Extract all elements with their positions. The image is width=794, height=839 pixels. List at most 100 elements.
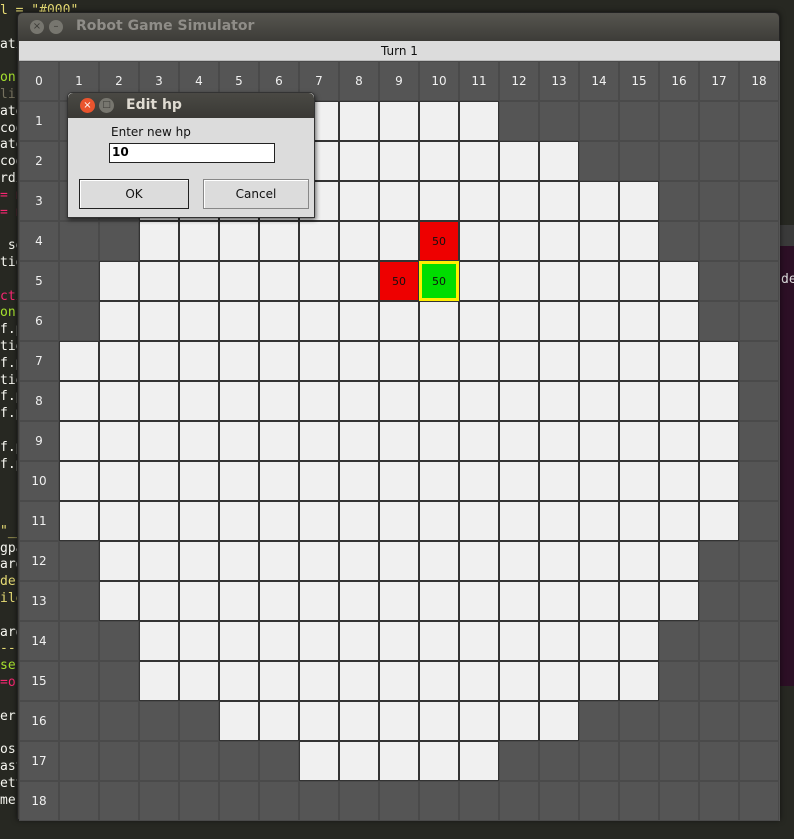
wall-cell[interactable] [179,701,219,741]
floor-cell[interactable] [379,301,419,341]
floor-cell[interactable] [579,261,619,301]
dialog-maximize-button[interactable]: □ [99,98,114,113]
floor-cell[interactable] [379,181,419,221]
floor-cell[interactable] [579,581,619,621]
floor-cell[interactable] [339,141,379,181]
floor-cell[interactable] [379,501,419,541]
floor-cell[interactable] [299,261,339,301]
wall-cell[interactable] [579,101,619,141]
floor-cell[interactable] [339,421,379,461]
floor-cell[interactable] [139,541,179,581]
floor-cell[interactable] [219,261,259,301]
floor-cell[interactable] [459,181,499,221]
wall-cell[interactable] [699,621,739,661]
wall-cell[interactable] [59,301,99,341]
wall-cell[interactable] [179,781,219,821]
floor-cell[interactable] [419,141,459,181]
wall-cell[interactable] [619,701,659,741]
floor-cell[interactable] [459,341,499,381]
floor-cell[interactable] [539,381,579,421]
floor-cell[interactable] [99,421,139,461]
wall-cell[interactable] [619,101,659,141]
floor-cell[interactable] [619,181,659,221]
floor-cell[interactable] [419,381,459,421]
floor-cell[interactable] [459,261,499,301]
wall-cell[interactable] [259,741,299,781]
floor-cell[interactable] [379,741,419,781]
floor-cell[interactable] [99,541,139,581]
floor-cell[interactable] [99,501,139,541]
floor-cell[interactable] [539,421,579,461]
floor-cell[interactable] [499,701,539,741]
floor-cell[interactable] [659,581,699,621]
floor-cell[interactable] [659,301,699,341]
floor-cell[interactable] [139,621,179,661]
floor-cell[interactable] [379,461,419,501]
floor-cell[interactable] [619,381,659,421]
floor-cell[interactable] [299,581,339,621]
wall-cell[interactable] [59,701,99,741]
floor-cell[interactable] [59,341,99,381]
floor-cell[interactable] [699,461,739,501]
floor-cell[interactable] [299,501,339,541]
wall-cell[interactable] [659,781,699,821]
floor-cell[interactable] [579,621,619,661]
floor-cell[interactable] [499,141,539,181]
wall-cell[interactable] [659,221,699,261]
floor-cell[interactable] [339,101,379,141]
floor-cell[interactable] [539,661,579,701]
wall-cell[interactable] [699,221,739,261]
floor-cell[interactable] [659,261,699,301]
floor-cell[interactable] [579,381,619,421]
floor-cell[interactable] [459,661,499,701]
wall-cell[interactable] [739,221,779,261]
floor-cell[interactable] [59,421,99,461]
floor-cell[interactable] [179,621,219,661]
floor-cell[interactable] [579,501,619,541]
wall-cell[interactable] [739,141,779,181]
wall-cell[interactable] [99,781,139,821]
wall-cell[interactable] [699,581,739,621]
wall-cell[interactable] [699,701,739,741]
wall-cell[interactable] [579,701,619,741]
wall-cell[interactable] [59,781,99,821]
floor-cell[interactable] [339,661,379,701]
wall-cell[interactable] [59,621,99,661]
floor-cell[interactable] [459,701,499,741]
floor-cell[interactable] [539,261,579,301]
floor-cell[interactable] [139,341,179,381]
wall-cell[interactable] [739,381,779,421]
wall-cell[interactable] [59,261,99,301]
floor-cell[interactable] [619,461,659,501]
floor-cell[interactable] [379,141,419,181]
wall-cell[interactable] [699,261,739,301]
wall-cell[interactable] [619,141,659,181]
floor-cell[interactable] [179,541,219,581]
floor-cell[interactable] [99,461,139,501]
wall-cell[interactable] [539,101,579,141]
floor-cell[interactable] [419,621,459,661]
wall-cell[interactable] [699,301,739,341]
wall-cell[interactable] [659,741,699,781]
floor-cell[interactable] [379,581,419,621]
wall-cell[interactable] [499,101,539,141]
floor-cell[interactable] [219,621,259,661]
floor-cell[interactable] [539,621,579,661]
dialog-close-button[interactable]: × [80,98,95,113]
wall-cell[interactable] [659,181,699,221]
floor-cell[interactable] [579,301,619,341]
wall-cell[interactable] [739,261,779,301]
floor-cell[interactable] [699,341,739,381]
floor-cell[interactable] [299,421,339,461]
floor-cell[interactable] [459,581,499,621]
floor-cell[interactable] [619,581,659,621]
floor-cell[interactable] [339,341,379,381]
wall-cell[interactable] [139,781,179,821]
wall-cell[interactable] [139,701,179,741]
floor-cell[interactable] [419,541,459,581]
floor-cell[interactable] [259,621,299,661]
floor-cell[interactable] [219,541,259,581]
floor-cell[interactable] [219,421,259,461]
floor-cell[interactable] [379,541,419,581]
wall-cell[interactable] [739,101,779,141]
